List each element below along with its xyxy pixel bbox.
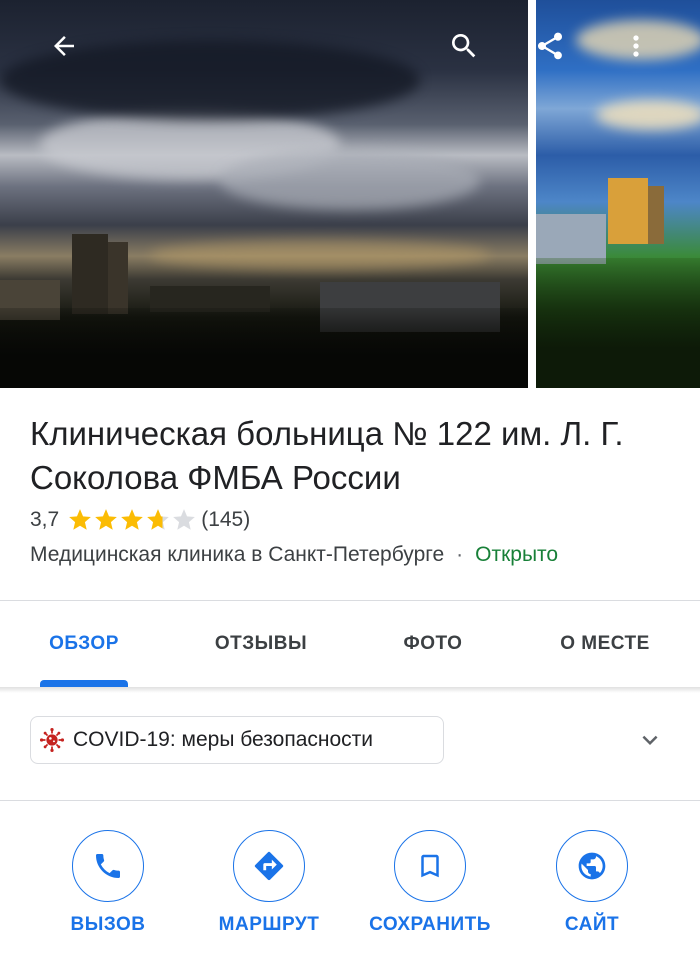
call-label: ВЫЗОВ	[70, 914, 146, 935]
rating-row[interactable]: 3,7 (145)	[30, 505, 250, 535]
save-label: СОХРАНИТЬ	[369, 914, 491, 935]
covid-info-chip[interactable]: COVID-19: меры безопасности	[30, 716, 444, 764]
tabs-shadow	[0, 687, 700, 693]
share-icon	[537, 32, 563, 60]
directions-circle	[233, 830, 305, 902]
star-icon	[121, 509, 144, 530]
place-title: Клиническая больница № 122 им. Л. Г. Сок…	[30, 415, 624, 496]
rating-value: 3,7	[30, 508, 60, 531]
call-circle	[72, 830, 144, 902]
back-button[interactable]	[42, 24, 86, 68]
star-icon	[147, 509, 170, 530]
divider	[0, 800, 700, 801]
virus-icon	[39, 727, 65, 753]
expand-button[interactable]	[632, 722, 668, 758]
website-button[interactable]: САЙТ	[522, 830, 662, 950]
star-icon	[173, 509, 196, 530]
website-circle	[556, 830, 628, 902]
star-icon	[69, 509, 92, 530]
tab-bar: ОБЗОР ОТЗЫВЫ ФОТО О МЕСТЕ	[0, 601, 700, 687]
tab-about[interactable]: О МЕСТЕ	[540, 601, 670, 687]
reviews-count: (145)	[201, 508, 251, 531]
more-vert-icon	[633, 35, 639, 57]
share-button[interactable]	[528, 24, 572, 68]
globe-icon	[578, 852, 606, 880]
tab-reviews[interactable]: ОТЗЫВЫ	[196, 601, 326, 687]
call-button[interactable]: ВЫЗОВ	[38, 830, 178, 950]
search-button[interactable]	[442, 24, 486, 68]
save-circle	[394, 830, 466, 902]
rating-stars	[67, 507, 197, 533]
chevron-down-icon	[642, 735, 658, 745]
open-status: Открыто	[475, 543, 559, 566]
directions-icon	[254, 851, 284, 881]
tab-photos[interactable]: ФОТО	[378, 601, 488, 687]
bookmark-icon	[421, 854, 439, 878]
category-row: Медицинская клиника в Санкт-Петербурге ·…	[30, 540, 558, 570]
save-button[interactable]: СОХРАНИТЬ	[360, 830, 500, 950]
search-icon	[452, 34, 476, 58]
photo-gallery[interactable]	[0, 0, 700, 388]
covid-label: COVID-19: меры безопасности	[73, 728, 374, 751]
star-icon	[95, 509, 118, 530]
place-category: Медицинская клиника в Санкт-Петербурге	[30, 543, 445, 566]
directions-button[interactable]: МАРШРУТ	[199, 830, 339, 950]
separator-dot: ·	[456, 543, 464, 566]
active-tab-indicator	[40, 680, 128, 687]
back-arrow-icon	[54, 36, 74, 56]
website-label: САЙТ	[564, 914, 620, 935]
more-options-button[interactable]	[614, 24, 658, 68]
tab-overview[interactable]: ОБЗОР	[22, 601, 146, 687]
directions-label: МАРШРУТ	[218, 914, 320, 935]
phone-icon	[96, 854, 120, 878]
